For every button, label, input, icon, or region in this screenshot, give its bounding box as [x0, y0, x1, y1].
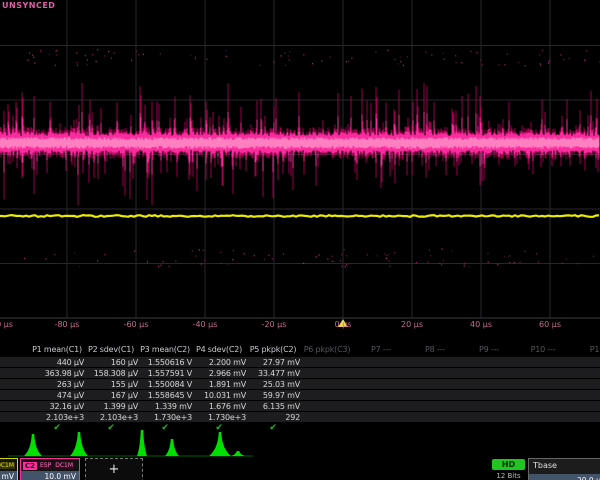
measurement-value-cell: 27.97 mV — [246, 358, 300, 367]
c2-coupling-tag: DC1M — [54, 462, 74, 469]
measurement-value-cell: 1.557591 V — [138, 369, 192, 378]
histicon — [165, 439, 179, 456]
measurement-header-cell[interactable]: P2 sdev(C1) — [84, 345, 138, 354]
histicon — [70, 432, 88, 456]
measurement-value-cell: 2.103e+3 — [84, 413, 138, 422]
measurement-header-cell[interactable]: P6 pkpk(C3) — [300, 345, 354, 354]
measurement-value-cell: 1.399 µV — [84, 402, 138, 411]
c2-scale-value: 10.0 mV — [21, 471, 79, 480]
measurement-value-cell: 1.339 mV — [138, 402, 192, 411]
measurement-value-cell: 32.16 µV — [30, 402, 84, 411]
status-check-icon: ✔ — [30, 423, 84, 433]
plus-icon: + — [109, 462, 120, 477]
measurement-header-cell[interactable]: P4 sdev(C2) — [192, 345, 246, 354]
hd-bits-label: 12 Bits — [488, 472, 529, 480]
oscilloscope-screen: UNSYNCED -100 µs -80 µs -60 µs -40 µs -20 µs… — [0, 0, 600, 480]
histicon — [209, 432, 231, 456]
measurement-value-cell: 292 — [246, 413, 300, 422]
histicon — [24, 434, 42, 456]
measurement-value-cell: 1.676 mV — [192, 402, 246, 411]
status-check-icon: ✔ — [246, 423, 300, 433]
channel-descriptor-c1[interactable]: DC1M 10.0 mV — [0, 458, 18, 480]
c2-esp-tag: ESP — [39, 462, 52, 469]
hd-mode-badge: HD — [492, 459, 525, 470]
timebase-scale-value: 20.0 µs/div — [529, 474, 600, 480]
measurement-header-cell[interactable]: P11 — [570, 345, 600, 354]
measurement-header-cell[interactable]: P9 --- — [462, 345, 516, 354]
time-axis-label: -40 µs — [193, 320, 218, 329]
measurement-header-cell[interactable]: P10 --- — [516, 345, 570, 354]
measurement-value-cell: 167 µV — [84, 391, 138, 400]
measurement-value-cell: 1.558645 V — [138, 391, 192, 400]
measurement-value-cell: 1.891 mV — [192, 380, 246, 389]
status-check-icon: ✔ — [84, 423, 138, 433]
time-axis-label: -60 µs — [124, 320, 149, 329]
add-trace-button[interactable]: + — [85, 458, 143, 480]
measurement-value-cell: 363.98 µV — [30, 369, 84, 378]
measurement-value-cell: 33.477 mV — [246, 369, 300, 378]
measurement-value-cell: 1.730e+3 — [192, 413, 246, 422]
measurement-value-cell: 440 µV — [30, 358, 84, 367]
time-axis-label: -80 µs — [55, 320, 80, 329]
measurement-value-cell: 160 µV — [84, 358, 138, 367]
time-axis-label: 60 µs — [539, 320, 561, 329]
status-annotation: UNSYNCED — [2, 1, 55, 10]
measurement-value-cell: 59.97 mV — [246, 391, 300, 400]
measurement-value-cell: 155 µV — [84, 380, 138, 389]
measurement-value-cell: 10.031 mV — [192, 391, 246, 400]
c1-coupling-tag: DC1M — [0, 462, 15, 469]
measurement-header-cell[interactable]: P7 --- — [354, 345, 408, 354]
timebase-descriptor[interactable]: Tbase 20.0 µs/div — [528, 458, 600, 480]
measurement-header-cell[interactable]: P5 pkpk(C2) — [246, 345, 300, 354]
measurement-value-cell: 6.135 mV — [246, 402, 300, 411]
measurement-value-cell: 2.103e+3 — [30, 413, 84, 422]
measurement-value-cell: 1.550084 V — [138, 380, 192, 389]
c2-label: C2 — [23, 462, 37, 470]
measurement-value-cell: 25.03 mV — [246, 380, 300, 389]
c1-scale-value: 10.0 mV — [0, 471, 17, 480]
measurement-value-cell: 474 µV — [30, 391, 84, 400]
measurement-header-cell[interactable]: P3 mean(C2) — [138, 345, 192, 354]
measurement-value-cell: 1.730e+3 — [138, 413, 192, 422]
measurement-value-cell: 1.550616 V — [138, 358, 192, 367]
measurement-value-cell: 263 µV — [30, 380, 84, 389]
measurement-header-cell[interactable]: P8 --- — [408, 345, 462, 354]
time-axis-label: 20 µs — [401, 320, 423, 329]
measurement-value-cell: 158.308 µV — [84, 369, 138, 378]
status-check-icon: ✔ — [192, 423, 246, 433]
measurement-table: P1 mean(C1)P2 sdev(C1)P3 mean(C2)P4 sdev… — [0, 343, 600, 434]
status-check-icon: ✔ — [138, 423, 192, 433]
time-axis-label: 0 µs — [335, 320, 352, 329]
measurement-value-cell: 2.966 mV — [192, 369, 246, 378]
histicon — [231, 451, 245, 456]
measurement-header-cell[interactable]: P1 mean(C1) — [30, 345, 84, 354]
timebase-label: Tbase — [529, 459, 600, 474]
time-axis-label: -100 µs — [0, 320, 13, 329]
time-axis-label: 40 µs — [470, 320, 492, 329]
channel-descriptor-c2[interactable]: C2 ESP DC1M 10.0 mV — [20, 458, 80, 480]
measurement-value-cell: 2.200 mV — [192, 358, 246, 367]
time-axis-label: -20 µs — [262, 320, 287, 329]
